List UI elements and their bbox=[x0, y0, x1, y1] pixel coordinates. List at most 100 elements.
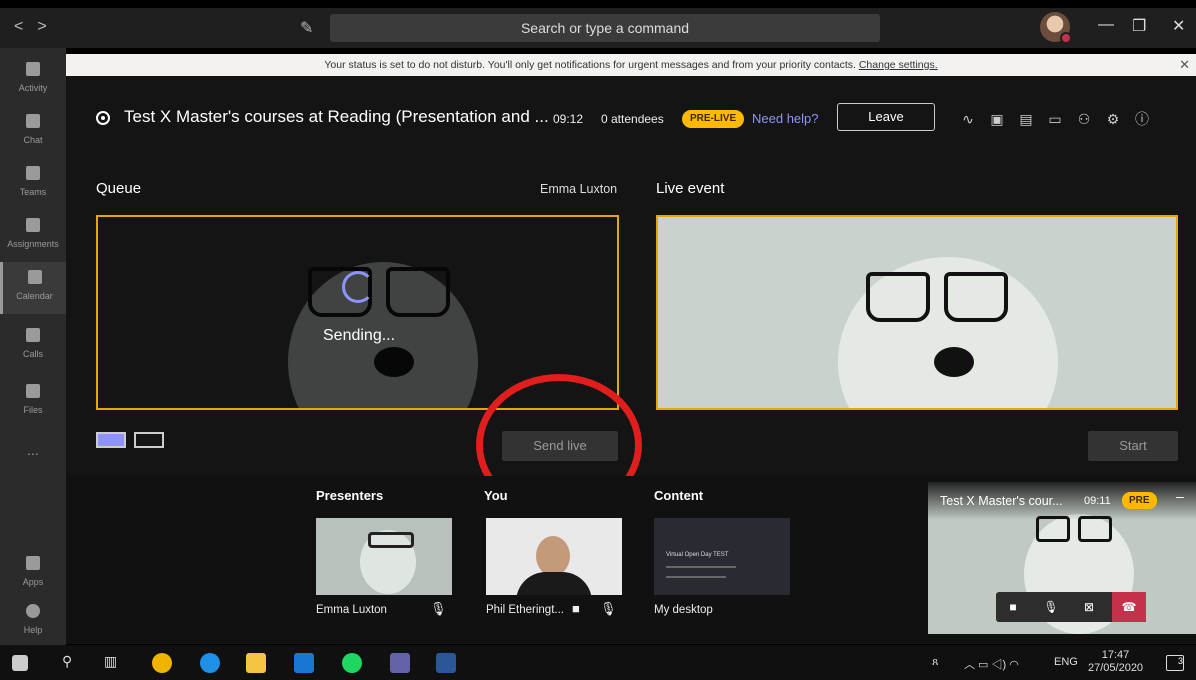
rail-item-assignments[interactable]: Assignments bbox=[0, 210, 66, 262]
rail-item-help[interactable]: Help bbox=[0, 596, 66, 648]
close-button[interactable]: ✕ bbox=[1172, 16, 1185, 36]
close-icon[interactable]: ✕ bbox=[1179, 54, 1190, 76]
assignments-icon bbox=[26, 218, 40, 232]
rail-item-activity[interactable]: Activity bbox=[0, 54, 66, 106]
leave-button[interactable]: Leave bbox=[837, 103, 935, 131]
content-thumbnail[interactable]: Virtual Open Day TEST bbox=[654, 518, 790, 595]
rail-item-apps[interactable]: Apps bbox=[0, 548, 66, 600]
back-button[interactable]: < bbox=[14, 18, 37, 35]
compose-icon[interactable]: ✎ bbox=[300, 18, 313, 38]
forward-button[interactable]: > bbox=[37, 18, 60, 35]
files-icon bbox=[26, 384, 40, 398]
bell-icon bbox=[26, 62, 40, 76]
spotify-icon[interactable] bbox=[342, 653, 362, 673]
mic-icon[interactable]: 🎙 bbox=[1034, 592, 1068, 622]
minimize-button[interactable]: — bbox=[1098, 16, 1114, 34]
status-notice: Your status is set to do not disturb. Yo… bbox=[66, 54, 1196, 76]
rail-item-more[interactable]: ... bbox=[0, 432, 66, 484]
pip-time: 09:11 bbox=[1084, 495, 1111, 507]
chat-icon bbox=[26, 114, 40, 128]
language-indicator[interactable]: ENG bbox=[1054, 656, 1078, 668]
pip-minimize-icon[interactable]: – bbox=[1176, 488, 1184, 504]
event-header: Test X Master's courses at Reading (Pres… bbox=[66, 100, 1196, 138]
event-title: Test X Master's courses at Reading (Pres… bbox=[124, 107, 549, 126]
clock-time: 17:47 bbox=[1101, 649, 1130, 661]
chat-icon[interactable]: ▭ bbox=[1043, 111, 1067, 128]
teams-icon[interactable] bbox=[390, 653, 410, 673]
apps-icon bbox=[26, 556, 40, 570]
notice-text: Your status is set to do not disturb. Yo… bbox=[324, 59, 856, 71]
clock-date: 27/05/2020 bbox=[1088, 662, 1144, 674]
camera-icon[interactable]: ■ bbox=[996, 592, 1030, 622]
participants-icon[interactable]: ⚇ bbox=[1072, 111, 1096, 128]
status-badge: PRE-LIVE bbox=[682, 110, 745, 128]
pip-title: Test X Master's cour... bbox=[940, 494, 1063, 508]
help-icon bbox=[26, 604, 40, 618]
record-indicator-icon bbox=[96, 111, 110, 125]
presenters-label: Presenters bbox=[316, 488, 384, 503]
dnd-status-icon bbox=[1060, 32, 1072, 44]
camera-icon[interactable]: ■ bbox=[572, 601, 580, 616]
file-explorer-icon[interactable] bbox=[246, 653, 266, 673]
health-icon[interactable]: ∿ bbox=[956, 111, 980, 128]
live-video[interactable] bbox=[656, 215, 1178, 410]
single-layout-icon[interactable] bbox=[96, 432, 126, 448]
rail-item-files[interactable]: Files bbox=[0, 376, 66, 428]
more-icon: ... bbox=[27, 442, 39, 458]
teams-icon bbox=[26, 166, 40, 180]
sending-status: Sending... bbox=[323, 327, 396, 344]
word-icon[interactable] bbox=[436, 653, 456, 673]
search-icon[interactable]: ⚲ bbox=[62, 653, 72, 670]
nose-figure bbox=[934, 347, 974, 377]
settings-icon[interactable]: ⚙ bbox=[1101, 111, 1125, 128]
loading-spinner-icon bbox=[342, 271, 374, 303]
rail-item-teams[interactable]: Teams bbox=[0, 158, 66, 210]
chrome-icon[interactable] bbox=[152, 653, 172, 673]
content-slide-title: Virtual Open Day TEST bbox=[666, 552, 729, 558]
mic-icon[interactable]: 🎙 bbox=[430, 601, 447, 617]
content-label: Content bbox=[654, 488, 704, 503]
need-help-link[interactable]: Need help? bbox=[752, 111, 819, 126]
rail-item-calls[interactable]: Calls bbox=[0, 320, 66, 372]
clock[interactable]: 17:47 27/05/2020 bbox=[1088, 649, 1143, 675]
queue-label: Queue bbox=[96, 180, 142, 197]
title-bar: <> ✎ Search or type a command — ❐ ✕ bbox=[0, 8, 1196, 48]
task-view-icon[interactable]: ▥ bbox=[104, 653, 117, 670]
queue-presenter-name: Emma Luxton bbox=[540, 182, 618, 196]
calendar-icon bbox=[27, 270, 42, 284]
you-label: You bbox=[484, 488, 508, 503]
windows-start-icon[interactable] bbox=[12, 655, 28, 671]
mic-icon[interactable]: 🎙 bbox=[600, 601, 617, 617]
presenter-name: Emma Luxton bbox=[316, 604, 387, 616]
pip-badge: PRE bbox=[1122, 492, 1157, 509]
app-rail: Activity Chat Teams Assignments Calendar… bbox=[0, 48, 66, 645]
rail-item-chat[interactable]: Chat bbox=[0, 106, 66, 158]
edge-icon[interactable] bbox=[200, 653, 220, 673]
info-icon[interactable]: ⓘ bbox=[1130, 109, 1154, 129]
pip-controls: ■ 🎙 ⊠ ☎ bbox=[996, 592, 1146, 622]
hangup-icon[interactable]: ☎ bbox=[1112, 592, 1146, 622]
event-time: 09:12 bbox=[553, 112, 584, 126]
tray-icons[interactable]: ︿ ▭ ◁) ◠ bbox=[964, 656, 1019, 672]
taskbar: ⚲ ▥ ጸ ︿ ▭ ◁) ◠ ENG 17:47 27/05/2020 3 bbox=[0, 645, 1196, 680]
meeting-notes-icon[interactable]: ▤ bbox=[1014, 111, 1038, 128]
phone-icon bbox=[26, 328, 40, 342]
share-stop-icon[interactable]: ⊠ bbox=[1072, 592, 1106, 622]
presenter-thumbnail[interactable] bbox=[316, 518, 452, 595]
rail-item-calendar[interactable]: Calendar bbox=[0, 262, 66, 314]
picture-in-picture[interactable]: Test X Master's cour... 09:11 PRE – ■ 🎙 … bbox=[928, 482, 1196, 634]
notes-icon[interactable]: ▣ bbox=[985, 111, 1009, 128]
start-button[interactable]: Start bbox=[1088, 431, 1178, 461]
search-input[interactable]: Search or type a command bbox=[330, 14, 880, 42]
notifications-icon[interactable]: 3 bbox=[1166, 655, 1184, 671]
split-layout-icon[interactable] bbox=[134, 432, 164, 448]
you-thumbnail[interactable] bbox=[486, 518, 622, 595]
header-toolbar: ∿ ▣ ▤ ▭ ⚇ ⚙ ⓘ bbox=[956, 109, 1159, 129]
content-name: My desktop bbox=[654, 604, 713, 616]
change-settings-link[interactable]: Change settings. bbox=[859, 59, 938, 71]
outlook-icon[interactable] bbox=[294, 653, 314, 673]
maximize-button[interactable]: ❐ bbox=[1132, 16, 1146, 36]
attendee-count: 0 attendees bbox=[601, 112, 664, 126]
people-icon[interactable]: ጸ bbox=[932, 656, 938, 669]
you-name: Phil Etheringt... bbox=[486, 604, 564, 616]
